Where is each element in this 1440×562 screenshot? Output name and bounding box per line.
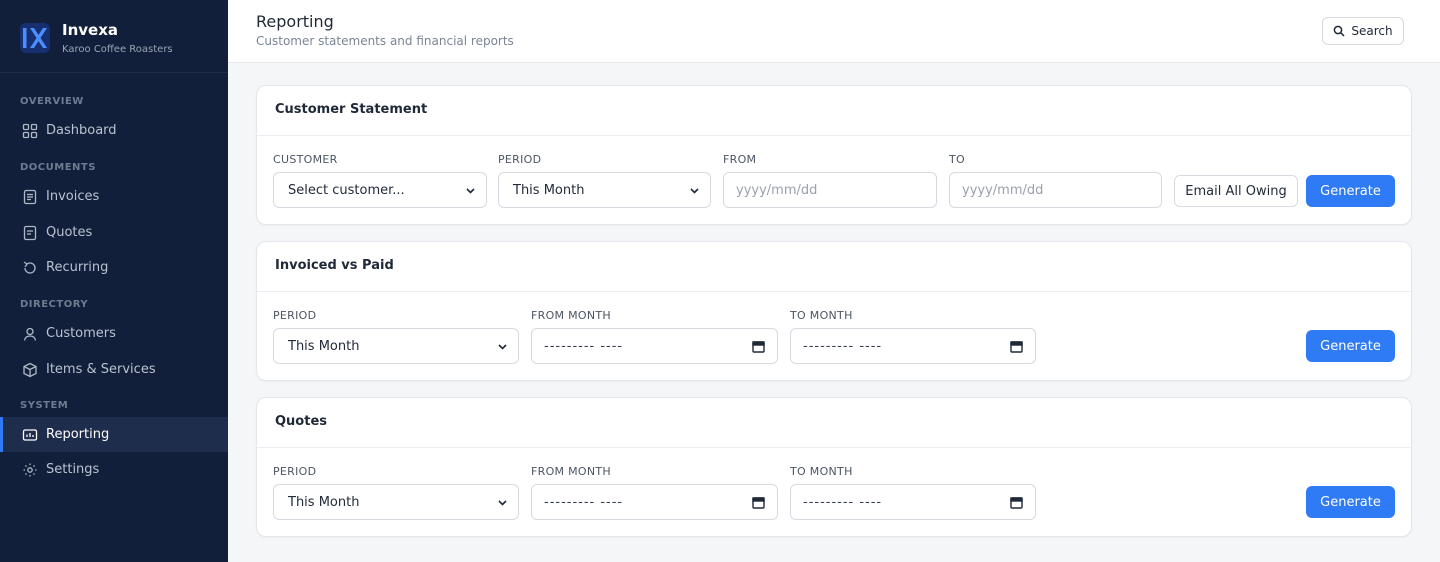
calendar-icon[interactable] — [1010, 340, 1023, 353]
sidebar-item-recurring[interactable]: Recurring — [0, 250, 228, 285]
period-label: PERIOD — [273, 309, 317, 322]
from-month-label: FROM MONTH — [531, 465, 611, 478]
document-icon — [23, 189, 37, 204]
brand-subtitle: Karoo Coffee Roasters — [62, 44, 173, 55]
to-month-value: --------- ---- — [803, 338, 883, 354]
sidebar-item-settings[interactable]: Settings — [0, 452, 228, 487]
period-select-value: This Month — [288, 338, 360, 354]
to-month-input[interactable]: --------- ---- — [790, 484, 1036, 520]
sidebar-item-quotes[interactable]: Quotes — [0, 215, 228, 250]
from-month-input[interactable]: --------- ---- — [531, 484, 778, 520]
from-month-input[interactable]: --------- ---- — [531, 328, 778, 364]
to-month-value: --------- ---- — [803, 494, 883, 510]
logo-icon — [20, 23, 50, 53]
sidebar-item-label: Recurring — [46, 260, 109, 275]
grid-icon — [22, 123, 38, 138]
from-month-label: FROM MONTH — [531, 309, 611, 322]
card-title: Invoiced vs Paid — [275, 258, 394, 273]
sidebar-item-label: Customers — [46, 326, 116, 341]
sidebar-item-label: Settings — [46, 462, 100, 477]
calendar-icon[interactable] — [752, 340, 765, 353]
to-month-input[interactable]: --------- ---- — [790, 328, 1036, 364]
sidebar-item-label: Reporting — [46, 427, 110, 442]
to-date-placeholder: yyyy/mm/dd — [962, 182, 1044, 198]
period-label: PERIOD — [498, 153, 542, 166]
to-label: TO — [949, 153, 965, 166]
nav-section-directory: DIRECTORY — [20, 299, 89, 310]
sidebar-item-label: Dashboard — [46, 123, 117, 138]
user-icon — [23, 327, 37, 341]
invoiced-vs-paid-card: Invoiced vs Paid PERIOD This Month FROM … — [256, 241, 1412, 381]
period-select-value: This Month — [513, 182, 585, 198]
from-date-placeholder: yyyy/mm/dd — [736, 182, 818, 198]
from-label: FROM — [723, 153, 757, 166]
period-select-value: This Month — [288, 494, 360, 510]
sidebar: Invexa Karoo Coffee Roasters OVERVIEW Da… — [0, 0, 228, 562]
customer-label: CUSTOMER — [273, 153, 338, 166]
period-label: PERIOD — [273, 465, 317, 478]
period-select[interactable]: This Month — [498, 172, 711, 208]
sidebar-item-items-services[interactable]: Items & Services — [0, 352, 228, 387]
brand-name: Invexa — [62, 21, 119, 39]
to-month-label: TO MONTH — [790, 465, 853, 478]
sidebar-item-label: Items & Services — [46, 362, 156, 377]
card-title: Quotes — [275, 414, 328, 429]
sidebar-item-customers[interactable]: Customers — [0, 316, 228, 351]
from-month-value: --------- ---- — [544, 338, 624, 354]
generate-statement-button[interactable]: Generate — [1306, 175, 1395, 207]
nav-section-system: SYSTEM — [20, 400, 69, 411]
nav-section-overview: OVERVIEW — [20, 96, 84, 107]
from-month-value: --------- ---- — [544, 494, 624, 510]
calendar-icon[interactable] — [1010, 496, 1023, 509]
sidebar-item-label: Invoices — [46, 189, 100, 204]
page-title: Reporting — [256, 12, 334, 31]
period-select[interactable]: This Month — [273, 328, 519, 364]
generate-quotes-button[interactable]: Generate — [1306, 486, 1395, 518]
search-button[interactable]: Search — [1322, 17, 1404, 45]
box-icon — [23, 362, 37, 377]
period-select[interactable]: This Month — [273, 484, 519, 520]
from-date-input[interactable]: yyyy/mm/dd — [723, 172, 937, 208]
customer-statement-card: Customer Statement CUSTOMER Select custo… — [256, 85, 1412, 225]
chevron-down-icon — [498, 344, 507, 350]
nav-section-documents: DOCUMENTS — [20, 162, 96, 173]
quotes-card: Quotes PERIOD This Month FROM MONTH ----… — [256, 397, 1412, 537]
sidebar-item-dashboard[interactable]: Dashboard — [0, 113, 228, 148]
chevron-down-icon — [466, 188, 475, 194]
page-header: Reporting Customer statements and financ… — [228, 0, 1440, 63]
chevron-down-icon — [498, 500, 507, 506]
page-subtitle: Customer statements and financial report… — [256, 34, 514, 48]
customer-select[interactable]: Select customer... — [273, 172, 487, 208]
gear-icon — [23, 463, 37, 476]
to-month-label: TO MONTH — [790, 309, 853, 322]
card-divider — [257, 291, 1411, 292]
refresh-icon — [23, 260, 36, 274]
sidebar-item-reporting[interactable]: Reporting — [0, 417, 228, 452]
email-all-owing-button[interactable]: Email All Owing — [1174, 175, 1298, 207]
brand: Invexa Karoo Coffee Roasters — [0, 0, 228, 73]
quote-document-icon — [23, 225, 37, 240]
customer-select-value: Select customer... — [288, 182, 405, 198]
calendar-icon[interactable] — [752, 496, 765, 509]
card-divider — [257, 135, 1411, 136]
search-label: Search — [1351, 24, 1393, 38]
search-icon — [1334, 25, 1345, 37]
card-divider — [257, 447, 1411, 448]
report-icon — [22, 428, 38, 441]
sidebar-item-invoices[interactable]: Invoices — [0, 179, 228, 214]
generate-invoiced-vs-paid-button[interactable]: Generate — [1306, 330, 1395, 362]
to-date-input[interactable]: yyyy/mm/dd — [949, 172, 1162, 208]
sidebar-item-label: Quotes — [46, 225, 93, 240]
card-title: Customer Statement — [275, 102, 428, 117]
chevron-down-icon — [690, 188, 699, 194]
